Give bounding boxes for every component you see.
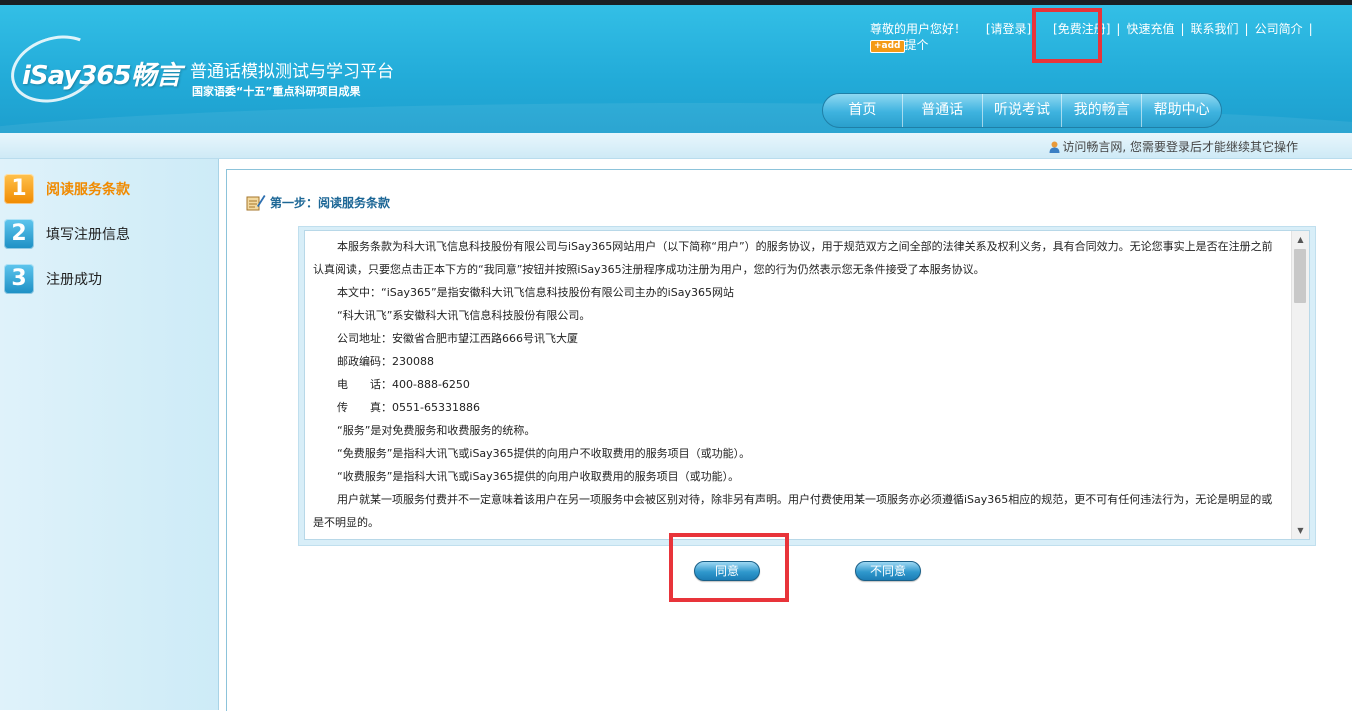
terms-paragraph: “收费服务”是指科大讯飞或iSay365提供的向用户收取费用的服务项目（或功能）… <box>337 470 740 483</box>
nav-help-center[interactable]: 帮助中心 <box>1142 94 1221 127</box>
site-logo[interactable]: iSay365畅言 <box>2 24 188 114</box>
terms-paragraph: 邮政编码：230088 <box>337 355 434 368</box>
slogan-main: 普通话模拟测试与学习平台 <box>190 62 394 82</box>
nav-mandarin[interactable]: 普通话 <box>903 94 983 127</box>
terms-paragraph: 用户就某一项服务付费并不一定意味着该用户在另一项服务中会被区别对待，除非另有声明… <box>313 493 1273 529</box>
greeting-text: 尊敬的用户您好！ <box>870 22 967 36</box>
step-heading-text: 第一步：阅读服务条款 <box>270 195 391 210</box>
terms-paragraph: 本文中：“iSay365”是指安徽科大讯飞信息科技股份有限公司主办的iSay36… <box>337 286 734 299</box>
terms-paragraph: “科大讯飞”系安徽科大讯飞信息科技股份有限公司。 <box>337 309 591 322</box>
main-nav: 首页 普通话 听说考试 我的畅言 帮助中心 <box>822 93 1222 128</box>
terms-paragraph: “服务”是对免费服务和收费服务的统称。 <box>337 424 536 437</box>
contact-link[interactable]: 联系我们 <box>1191 22 1239 36</box>
scroll-down-arrow-icon[interactable]: ▼ <box>1292 522 1309 539</box>
step-success: 3 注册成功 <box>4 262 102 296</box>
login-tip: 访问畅言网, 您需要登录后才能继续其它操作 <box>1049 138 1298 155</box>
logo-text: iSay365畅言 <box>22 61 182 91</box>
company-intro-link[interactable]: 公司简介 <box>1255 22 1303 36</box>
book-pen-icon <box>246 195 266 211</box>
step-number-badge: 2 <box>4 219 34 249</box>
slogan-sub: 国家语委“十五”重点科研项目成果 <box>192 85 361 98</box>
nav-home[interactable]: 首页 <box>823 94 903 127</box>
recharge-link[interactable]: 快速充值 <box>1126 22 1174 36</box>
terms-content: 本服务条款为科大讯飞信息科技股份有限公司与iSay365网站用户（以下简称“用户… <box>313 235 1281 534</box>
feedback-link[interactable]: 提个 <box>905 38 929 52</box>
step-label: 阅读服务条款 <box>46 182 130 198</box>
terms-paragraph: 本服务条款为科大讯飞信息科技股份有限公司与iSay365网站用户（以下简称“用户… <box>313 240 1273 276</box>
add-badge[interactable]: +add <box>870 40 905 53</box>
terms-paragraph: 电 话：400-888-6250 <box>337 378 470 391</box>
nav-my-isay[interactable]: 我的畅言 <box>1062 94 1143 127</box>
terms-paragraph: 公司地址：安徽省合肥市望江西路666号讯飞大厦 <box>337 332 578 345</box>
step-label: 注册成功 <box>46 272 102 288</box>
login-link[interactable]: [请登录] <box>986 22 1031 36</box>
highlight-register-box <box>1032 8 1102 63</box>
step-number-badge: 1 <box>4 174 34 204</box>
nav-listening-speaking-exam[interactable]: 听说考试 <box>983 94 1063 127</box>
scroll-up-arrow-icon[interactable]: ▲ <box>1292 231 1309 248</box>
login-tip-text: 访问畅言网, 您需要登录后才能继续其它操作 <box>1062 140 1298 154</box>
terms-scrollbar[interactable]: ▲ ▼ <box>1291 231 1309 539</box>
step-label: 填写注册信息 <box>46 227 130 243</box>
step-read-terms: 1 阅读服务条款 <box>4 172 130 206</box>
top-links: 尊敬的用户您好！ [请登录] [免费注册] | 快速充值 | 联系我们 | 公司简介 |+ad… <box>870 22 1313 53</box>
disagree-button[interactable]: 不同意 <box>855 561 921 581</box>
terms-paragraph: 传 真：0551-65331886 <box>337 401 480 414</box>
site-header: iSay365畅言 普通话模拟测试与学习平台 国家语委“十五”重点科研项目成果 … <box>0 5 1352 133</box>
terms-paragraph: “免费服务”是指科大讯飞或iSay365提供的向用户不收取费用的服务项目（或功能… <box>337 447 751 460</box>
scroll-thumb[interactable] <box>1294 249 1306 303</box>
user-icon <box>1049 141 1060 153</box>
step-fill-info: 2 填写注册信息 <box>4 217 130 251</box>
register-steps-sidebar: 1 阅读服务条款 2 填写注册信息 3 注册成功 <box>0 159 219 710</box>
step-number-badge: 3 <box>4 264 34 294</box>
step-heading: 第一步：阅读服务条款 <box>246 193 390 211</box>
highlight-agree-box <box>669 533 789 602</box>
terms-textarea[interactable]: 本服务条款为科大讯飞信息科技股份有限公司与iSay365网站用户（以下简称“用户… <box>304 230 1310 540</box>
login-notice-bar: 访问畅言网, 您需要登录后才能继续其它操作 <box>0 133 1352 159</box>
